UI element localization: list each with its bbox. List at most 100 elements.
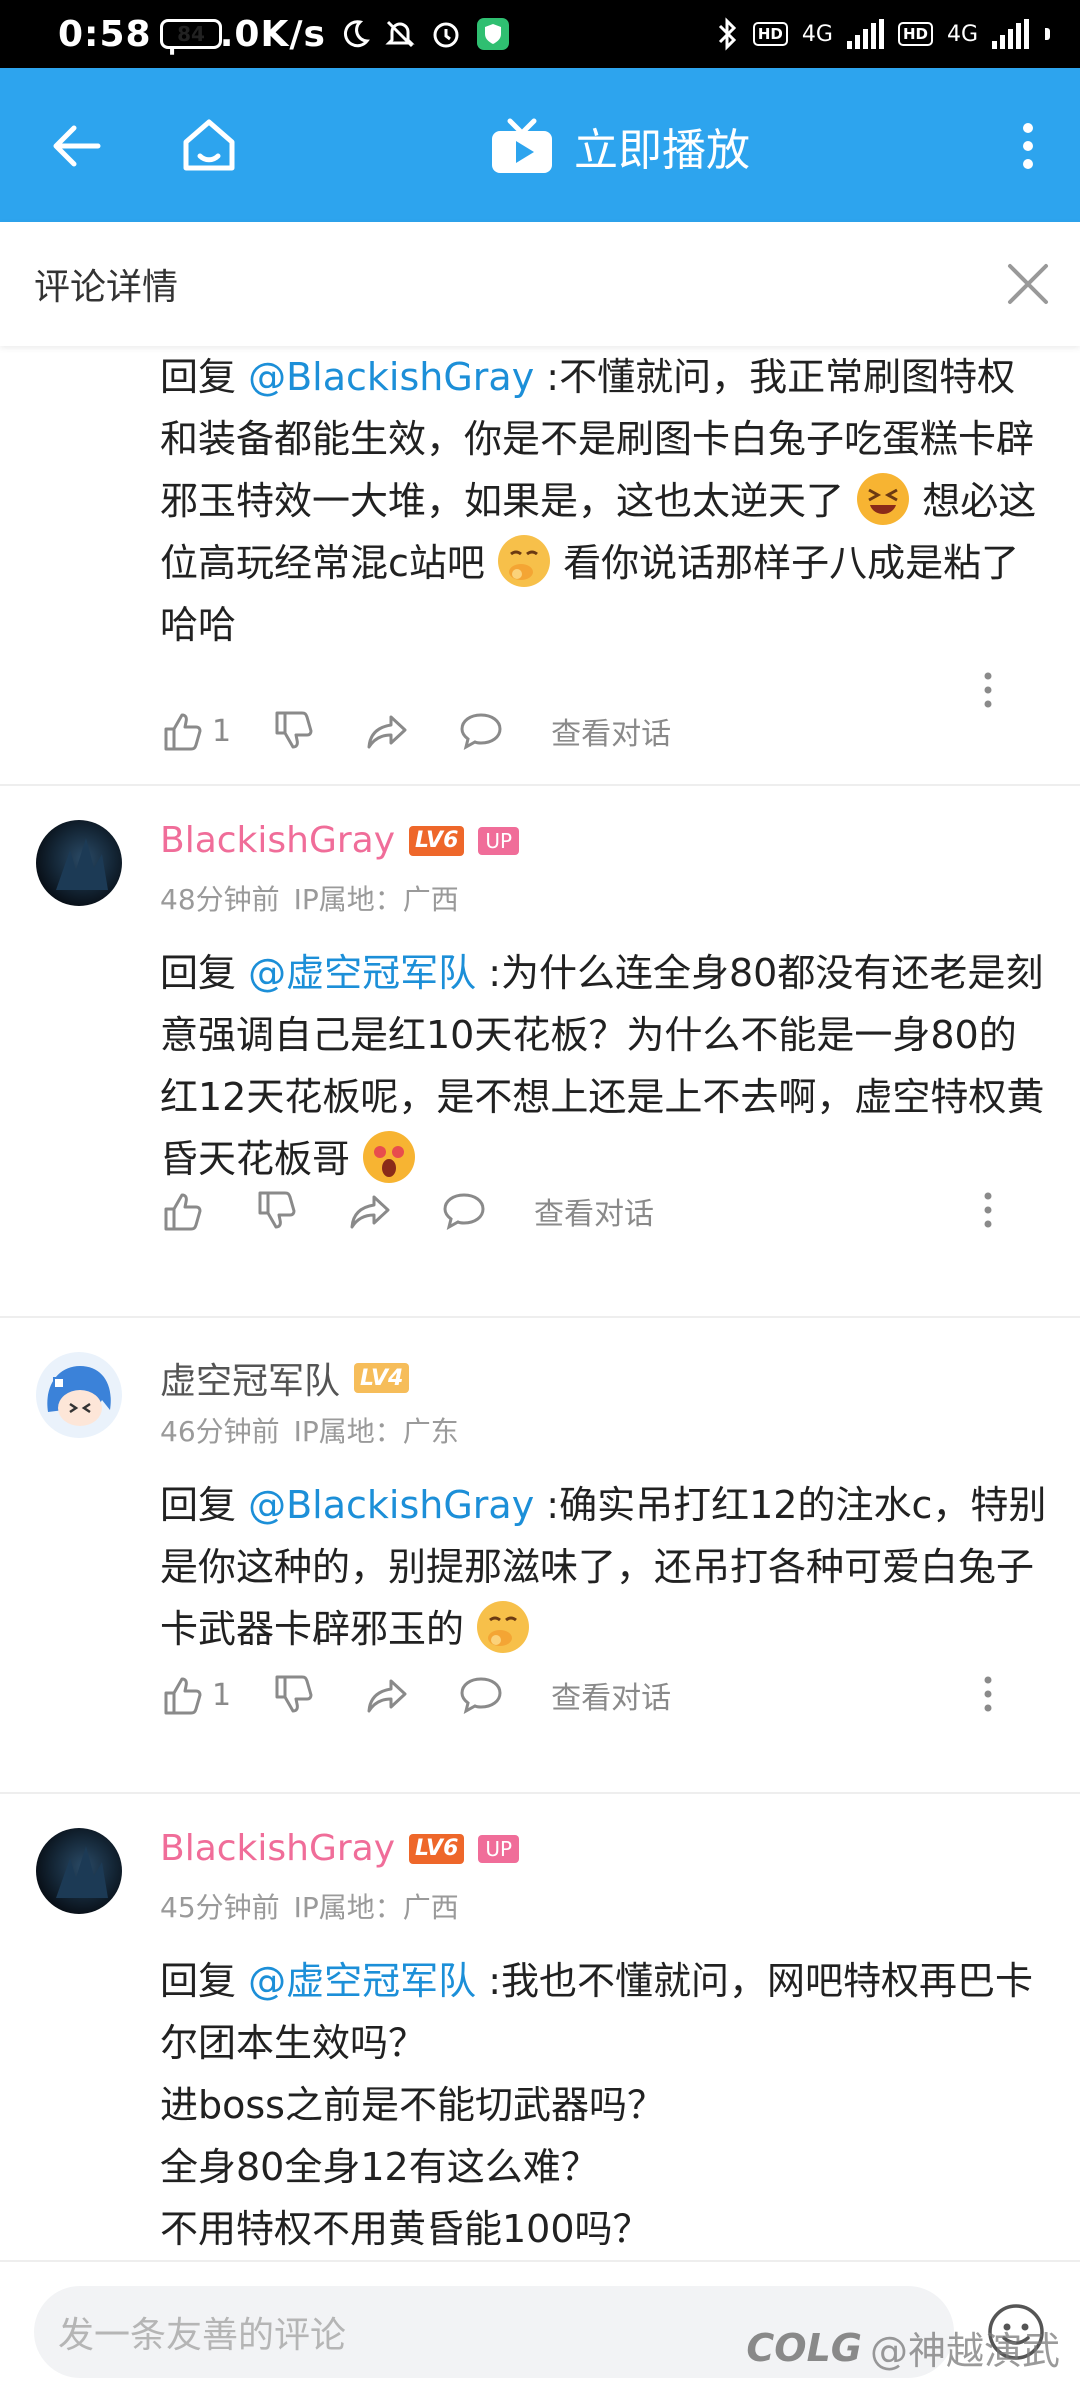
level-badge: LV4	[354, 1363, 410, 1393]
thumbs-up-icon	[164, 1677, 202, 1715]
close-icon[interactable]	[1006, 262, 1050, 306]
signal-icon-2	[992, 19, 1029, 49]
avatar[interactable]	[36, 820, 122, 906]
home-icon[interactable]	[178, 114, 240, 176]
share-icon[interactable]	[365, 709, 409, 753]
comment-meta: 48分钟前 IP属地：广西	[160, 878, 459, 918]
shocked-emoji-icon	[363, 1131, 416, 1183]
mention-link[interactable]: @BlackishGray	[248, 1483, 534, 1527]
ip-location: IP属地：广西	[293, 1891, 459, 1924]
network-type: 4G	[801, 21, 833, 47]
alarm-icon	[430, 18, 462, 50]
status-time: 0:58	[58, 13, 152, 55]
mute-bell-icon	[384, 18, 416, 50]
comment-item: 回复 @BlackishGray :不懂就问，我正常刷图特权和装备都能生效，你是…	[0, 346, 1080, 786]
up-badge: UP	[478, 1834, 520, 1863]
reply-bubble-icon[interactable]	[442, 1189, 486, 1233]
like-button[interactable]: 1	[160, 709, 231, 753]
avatar[interactable]	[36, 1828, 122, 1914]
comment-username-row: BlackishGray LV6 UP	[160, 820, 520, 861]
battery-icon: 84	[160, 19, 1050, 49]
comment-meta: 45分钟前 IP属地：广西	[160, 1886, 459, 1926]
comment-more-icon[interactable]	[982, 1674, 994, 1714]
thumbs-down-icon[interactable]	[271, 709, 315, 753]
comment-actions: 1 查看对话	[160, 1670, 1010, 1720]
comment-more-icon[interactable]	[982, 670, 994, 710]
reply-prefix: 回复	[160, 355, 237, 399]
mention-link[interactable]: @BlackishGray	[248, 355, 534, 399]
view-dialog-link[interactable]: 查看对话	[551, 1673, 671, 1717]
comment-text: 回复 @BlackishGray :确实吊打红12的注水c，特别是你这种的，别提…	[160, 1474, 1050, 1660]
comment-actions: 1 查看对话	[160, 706, 1010, 756]
signal-icon	[846, 19, 884, 49]
status-bar: 0:58 | 0.0K/s HD 4G HD 4G 84	[0, 0, 1080, 68]
comment-username-row: BlackishGray LV6 UP	[160, 1828, 520, 1869]
comment-meta: 46分钟前 IP属地：广东	[160, 1410, 459, 1450]
laughing-emoji-icon	[857, 473, 910, 525]
reply-prefix: 回复	[160, 1959, 237, 2003]
thumbs-up-icon[interactable]	[160, 1189, 204, 1233]
moon-icon	[340, 19, 370, 49]
back-arrow-icon[interactable]	[48, 118, 104, 174]
play-now-label: 立即播放	[574, 125, 750, 176]
reply-bubble-icon[interactable]	[459, 1673, 503, 1717]
comment-text: 回复 @虚空冠军队 :我也不懂就问，网吧特权再巴卡尔团本生效吗？ 进boss之前…	[160, 1950, 1050, 2260]
ip-location: IP属地：广东	[293, 1415, 459, 1448]
play-now-button[interactable]: 立即播放	[490, 114, 750, 178]
hd-badge: HD	[752, 22, 788, 46]
more-menu-icon[interactable]	[1010, 118, 1046, 174]
comment-text: 回复 @BlackishGray :不懂就问，我正常刷图特权和装备都能生效，你是…	[160, 346, 1050, 656]
share-icon[interactable]	[348, 1189, 392, 1233]
comment-text-line: 不用特权不用黄昏能100吗？	[160, 2207, 651, 2251]
thumbs-up-icon	[164, 713, 202, 751]
mention-link[interactable]: @虚空冠军队	[248, 951, 476, 995]
hd-badge-2: HD	[897, 22, 933, 46]
mention-link[interactable]: @虚空冠军队	[248, 1959, 476, 2003]
level-badge: LV6	[409, 1833, 465, 1864]
comment-username-row: 虚空冠军队 LV4	[160, 1352, 410, 1404]
page-title: 评论详情	[34, 267, 179, 308]
up-badge: UP	[478, 826, 520, 855]
comment-actions: 查看对话	[160, 1186, 1010, 1236]
username[interactable]: 虚空冠军队	[160, 1352, 340, 1404]
comment-list: 回复 @BlackishGray :不懂就问，我正常刷图特权和装备都能生效，你是…	[0, 346, 1080, 2260]
comment-text-line: 进boss之前是不能切武器吗？	[160, 2083, 665, 2127]
giggle-emoji-icon	[498, 535, 550, 587]
shield-app-icon	[476, 17, 510, 51]
tv-play-icon	[492, 118, 552, 173]
comment-item: BlackishGray LV6 UP 48分钟前 IP属地：广西 回复 @虚空…	[0, 786, 1080, 1318]
watermark-brand: COLG	[746, 2325, 862, 2370]
avatar[interactable]	[36, 1352, 122, 1438]
thumbs-down-icon[interactable]	[254, 1189, 298, 1233]
comment-item: 虚空冠军队 LV4 46分钟前 IP属地：广东 回复 @BlackishGray…	[0, 1318, 1080, 1794]
comment-item: BlackishGray LV6 UP 45分钟前 IP属地：广西 回复 @虚空…	[0, 1794, 1080, 2260]
reply-bubble-icon[interactable]	[459, 709, 503, 753]
bluetooth-icon	[717, 17, 739, 51]
comment-text-line: 全身80全身12有这么难？	[160, 2145, 599, 2189]
reply-prefix: 回复	[160, 1483, 237, 1527]
reply-prefix: 回复	[160, 951, 237, 995]
comment-time: 45分钟前	[160, 1891, 280, 1924]
username[interactable]: BlackishGray	[160, 1828, 395, 1869]
comment-more-icon[interactable]	[982, 1190, 994, 1230]
giggle-emoji-icon	[477, 1601, 530, 1653]
comment-time: 48分钟前	[160, 883, 280, 916]
share-icon[interactable]	[365, 1673, 409, 1717]
view-dialog-link[interactable]: 查看对话	[534, 1189, 654, 1233]
level-badge: LV6	[409, 825, 465, 856]
like-count: 1	[212, 713, 232, 749]
watermark-handle: @神越演武	[869, 2329, 1060, 2373]
username[interactable]: BlackishGray	[160, 820, 395, 861]
comment-text: 回复 @虚空冠军队 :为什么连全身80都没有还老是刻意强调自己是红10天花板？为…	[160, 942, 1050, 1190]
ip-location: IP属地：广西	[293, 883, 459, 916]
comment-time: 46分钟前	[160, 1415, 280, 1448]
battery-level: 84	[160, 19, 222, 49]
thumbs-down-icon[interactable]	[271, 1673, 315, 1717]
comment-detail-header: 评论详情	[0, 222, 1080, 346]
like-count: 1	[212, 1677, 232, 1713]
watermark: COLG @神越演武	[746, 2320, 1060, 2375]
network-type-2: 4G	[946, 21, 978, 47]
like-button[interactable]: 1	[160, 1673, 231, 1717]
app-bar: 立即播放	[0, 68, 1080, 222]
view-dialog-link[interactable]: 查看对话	[551, 709, 671, 753]
